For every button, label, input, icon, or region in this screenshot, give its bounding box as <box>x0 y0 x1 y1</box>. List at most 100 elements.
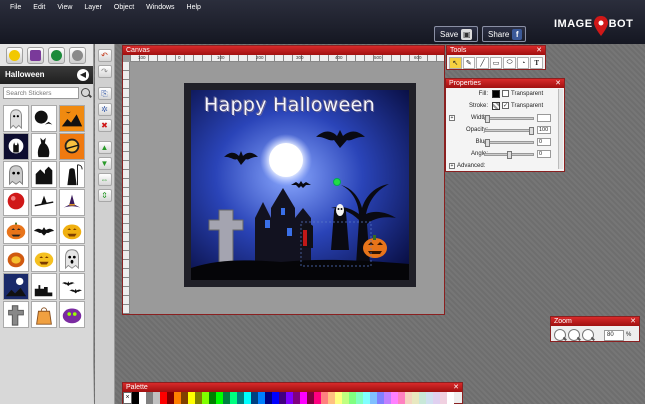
artwork-stage[interactable]: Happy Halloween <box>184 83 416 287</box>
stroke-transparent-checkbox[interactable]: ✓ <box>502 102 509 109</box>
palette-color-swatch[interactable] <box>426 392 433 404</box>
palette-color-swatch[interactable] <box>195 392 202 404</box>
shape-tool[interactable]: ◔ <box>516 57 530 69</box>
palette-color-swatch[interactable] <box>265 392 272 404</box>
palette-color-swatch[interactable] <box>188 392 195 404</box>
sticker-witch-hat[interactable] <box>59 189 85 216</box>
palette-color-swatch[interactable] <box>272 392 279 404</box>
halloween-scene[interactable]: Happy Halloween <box>191 90 409 280</box>
sticker-black-cat-moon[interactable] <box>3 133 29 160</box>
sticker-ghost-face[interactable] <box>59 245 85 272</box>
palette-color-swatch[interactable] <box>209 392 216 404</box>
palette-color-swatch[interactable] <box>174 392 181 404</box>
sticker-purple-monster[interactable] <box>59 301 85 328</box>
sticker-grey-ghost[interactable] <box>3 161 29 188</box>
palette-color-swatch[interactable] <box>293 392 300 404</box>
width-slider[interactable] <box>484 115 534 123</box>
line-tool[interactable]: ╱ <box>476 57 489 69</box>
palette-color-swatch[interactable] <box>370 392 377 404</box>
palette-color-swatch[interactable] <box>279 392 286 404</box>
search-input[interactable] <box>3 87 79 99</box>
palette-color-swatch[interactable] <box>419 392 426 404</box>
palette-color-swatch[interactable] <box>307 392 314 404</box>
palette-header[interactable]: Palette ✕ <box>123 383 462 392</box>
palette-color-swatch[interactable] <box>146 392 153 404</box>
opacity-slider-knob[interactable] <box>529 127 534 135</box>
zoom-header[interactable]: Zoom ✕ <box>551 317 639 326</box>
sticker-tombstone[interactable] <box>3 301 29 328</box>
menu-layer[interactable]: Layer <box>78 4 108 11</box>
tab-cmd[interactable] <box>48 47 65 64</box>
sticker-jack-o-lantern[interactable] <box>3 217 29 244</box>
palette-color-swatch[interactable] <box>321 392 328 404</box>
palette-color-swatch[interactable] <box>391 392 398 404</box>
redo-button[interactable]: ↷ <box>97 65 112 78</box>
palette-color-swatch[interactable] <box>433 392 440 404</box>
paste-button[interactable]: ✲ <box>97 103 112 116</box>
rotation-handle[interactable] <box>333 178 341 186</box>
palette-color-swatch[interactable] <box>132 392 139 404</box>
sticker-bat[interactable] <box>31 217 57 244</box>
width-slider-knob[interactable] <box>485 115 490 123</box>
sticker-night-scene[interactable] <box>3 273 29 300</box>
bring-forward-button[interactable]: ▲ <box>97 141 112 154</box>
sticker-haunted-house[interactable] <box>31 161 57 188</box>
undo-button[interactable]: ↶ <box>97 49 112 62</box>
opacity-slider[interactable] <box>484 127 534 135</box>
tab-favorites[interactable] <box>27 47 44 64</box>
palette-color-swatch[interactable] <box>384 392 391 404</box>
palette-color-swatch[interactable] <box>328 392 335 404</box>
sticker-orange-night[interactable] <box>59 105 85 132</box>
sticker-bats-pair[interactable] <box>59 273 85 300</box>
zoom-in-icon[interactable] <box>554 329 566 341</box>
palette-color-swatch[interactable] <box>314 392 321 404</box>
delete-button[interactable]: ✖ <box>97 119 112 132</box>
close-icon[interactable]: ✕ <box>536 46 542 55</box>
back-arrow-icon[interactable]: ◀ <box>77 69 89 81</box>
sticker-witch-moon[interactable] <box>59 133 85 160</box>
blur-slider[interactable] <box>484 139 534 147</box>
tools-header[interactable]: Tools ✕ <box>447 46 545 55</box>
advanced-label[interactable]: Advanced: <box>457 163 485 169</box>
no-color-swatch[interactable]: × <box>123 392 132 404</box>
angle-input[interactable]: 0 <box>537 150 551 158</box>
sticker-yellow-pumpkin[interactable] <box>59 217 85 244</box>
sticker-flying-witch[interactable] <box>31 189 57 216</box>
opacity-input[interactable]: 100 <box>537 126 551 134</box>
palette-color-swatch[interactable] <box>139 392 146 404</box>
sticker-red-balloon[interactable] <box>3 189 29 216</box>
palette-color-swatch[interactable] <box>181 392 188 404</box>
flip-vertical-button[interactable]: ⇕ <box>97 189 112 202</box>
search-icon[interactable] <box>81 88 90 97</box>
palette-color-swatch[interactable] <box>377 392 384 404</box>
share-button[interactable]: Share f <box>482 26 526 42</box>
menu-object[interactable]: Object <box>108 4 140 11</box>
palette-color-swatch[interactable] <box>223 392 230 404</box>
palette-color-swatch[interactable] <box>237 392 244 404</box>
send-backward-button[interactable]: ▼ <box>97 157 112 170</box>
zoom-fit-icon[interactable] <box>582 329 594 341</box>
palette-color-swatch[interactable] <box>405 392 412 404</box>
angle-slider-knob[interactable] <box>507 151 512 159</box>
palette-color-swatch[interactable] <box>412 392 419 404</box>
flip-horizontal-button[interactable]: ⇔ <box>97 173 112 186</box>
close-icon[interactable]: ✕ <box>555 79 561 88</box>
blur-slider-knob[interactable] <box>485 139 490 147</box>
palette-color-swatch[interactable] <box>300 392 307 404</box>
menu-view[interactable]: View <box>51 4 78 11</box>
sticker-graveyard[interactable] <box>31 273 57 300</box>
sticker-ghost[interactable] <box>3 105 29 132</box>
width-expand-icon[interactable]: + <box>449 115 455 121</box>
palette-color-swatch[interactable] <box>251 392 258 404</box>
properties-scrollbar[interactable] <box>558 89 563 169</box>
palette-color-swatch[interactable] <box>202 392 209 404</box>
zoom-out-icon[interactable] <box>568 329 580 341</box>
sticker-candy-bag[interactable] <box>31 301 57 328</box>
sticker-orange-lantern[interactable] <box>3 245 29 272</box>
palette-color-swatch[interactable] <box>153 392 160 404</box>
copy-button[interactable]: ⎘ <box>97 87 112 100</box>
width-input[interactable] <box>537 114 551 122</box>
palette-color-swatch[interactable] <box>356 392 363 404</box>
palette-color-swatch[interactable] <box>335 392 342 404</box>
palette-color-swatch[interactable] <box>167 392 174 404</box>
